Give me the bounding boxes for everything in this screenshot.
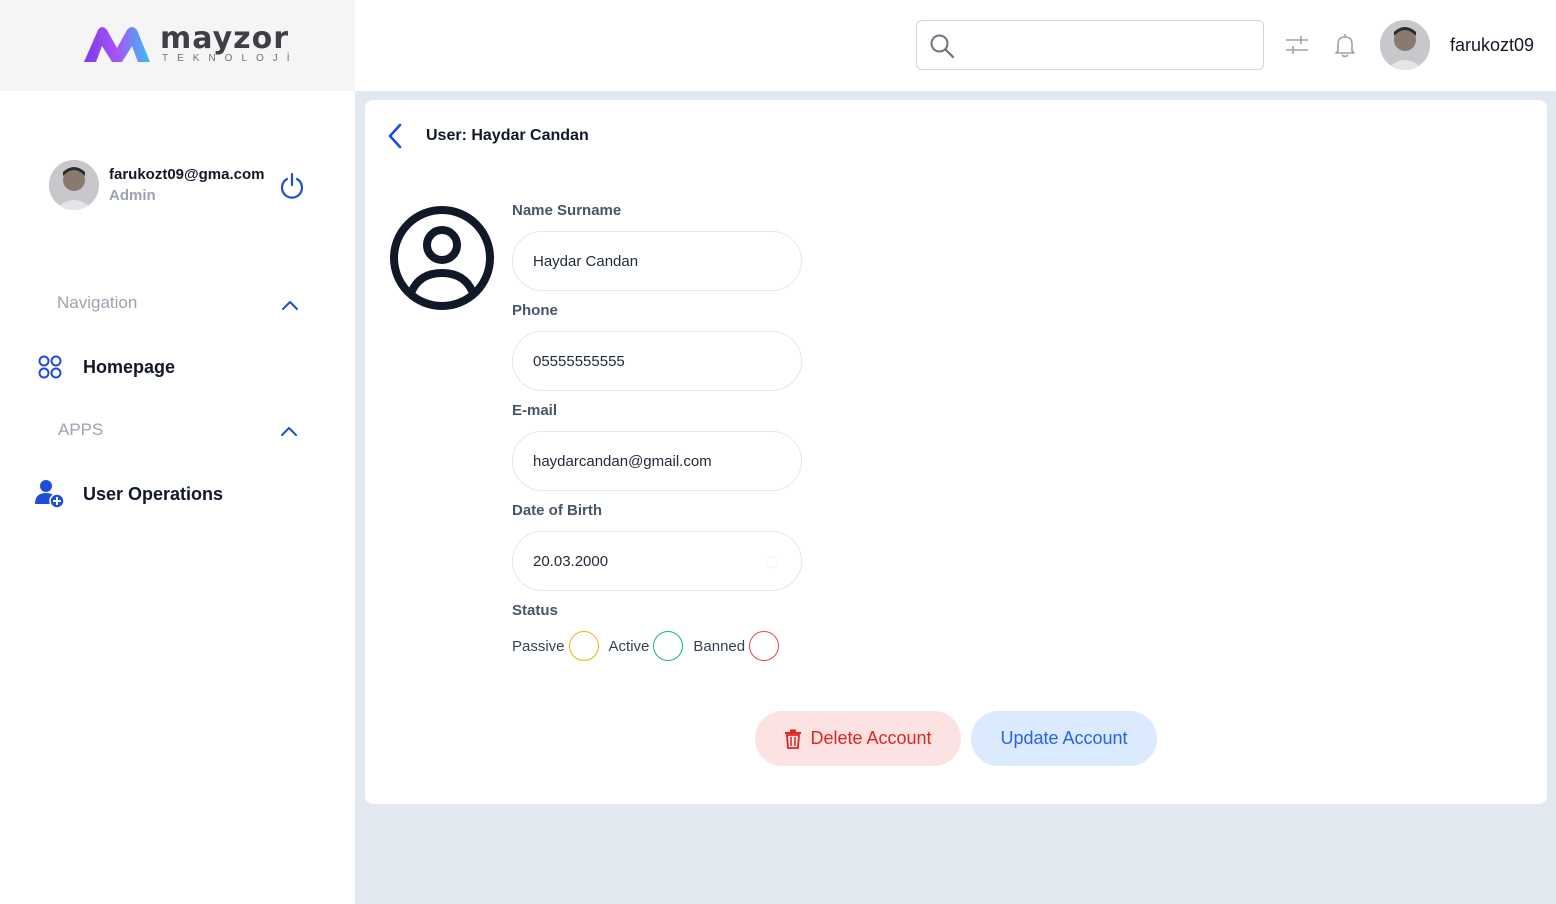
status-options: Passive Active Banned bbox=[512, 630, 789, 662]
profile-email: farukozt09@gma.com bbox=[109, 166, 265, 183]
status-passive[interactable]: Passive bbox=[512, 631, 599, 661]
delete-account-button[interactable]: Delete Account bbox=[755, 711, 961, 766]
user-circle-icon bbox=[390, 206, 494, 310]
topbar: farukozt09 bbox=[355, 0, 1556, 91]
status-option-label: Banned bbox=[693, 637, 746, 655]
email-label: E-mail bbox=[512, 402, 558, 419]
user-add-icon bbox=[34, 478, 66, 510]
user-detail-card: User: Haydar Candan Name Surname Phone E… bbox=[365, 100, 1547, 804]
sidebar-item-label: Homepage bbox=[83, 356, 176, 377]
page-title: User: Haydar Candan bbox=[426, 127, 589, 144]
logo-area: mayzor TEKNOLOJİ bbox=[0, 0, 355, 91]
dob-field[interactable] bbox=[512, 531, 802, 591]
brand-subtitle: TEKNOLOJİ bbox=[162, 53, 299, 64]
name-field[interactable] bbox=[512, 231, 802, 291]
status-active[interactable]: Active bbox=[609, 631, 684, 661]
sidebar-item-label: User Operations bbox=[83, 483, 224, 504]
update-account-label: Update Account bbox=[1000, 728, 1128, 748]
status-radio[interactable] bbox=[653, 631, 684, 661]
sidebar-item-user-operations[interactable]: User Operations bbox=[34, 478, 223, 510]
status-label: Status bbox=[512, 602, 558, 619]
dob-label: Date of Birth bbox=[512, 502, 602, 519]
avatar bbox=[49, 160, 99, 210]
phone-field[interactable] bbox=[512, 331, 802, 391]
chevron-up-icon[interactable] bbox=[279, 424, 299, 438]
profile-role: Admin bbox=[109, 187, 156, 204]
section-navigation: Navigation bbox=[57, 293, 138, 312]
chevron-up-icon[interactable] bbox=[280, 298, 300, 312]
status-option-label: Active bbox=[608, 637, 650, 655]
back-arrow-icon[interactable] bbox=[383, 122, 407, 150]
phone-label: Phone bbox=[512, 302, 558, 319]
calendar-icon[interactable] bbox=[765, 555, 779, 569]
name-label: Name Surname bbox=[512, 202, 622, 219]
bell-icon[interactable] bbox=[1331, 31, 1359, 59]
logo-icon bbox=[84, 27, 150, 62]
brand-name: mayzor bbox=[160, 21, 290, 56]
email-field[interactable] bbox=[512, 431, 802, 491]
search-box[interactable] bbox=[916, 20, 1264, 70]
username[interactable]: farukozt09 bbox=[1450, 35, 1534, 56]
power-icon[interactable] bbox=[277, 171, 307, 201]
status-radio[interactable] bbox=[568, 631, 599, 661]
avatar-image bbox=[1380, 20, 1430, 70]
sidebar-item-homepage[interactable]: Homepage bbox=[34, 351, 175, 383]
delete-account-label: Delete Account bbox=[810, 728, 932, 748]
trash-icon bbox=[785, 729, 802, 749]
search-icon bbox=[930, 34, 955, 59]
avatar[interactable] bbox=[1380, 20, 1430, 70]
search-input[interactable] bbox=[965, 29, 1255, 61]
grid-icon bbox=[34, 351, 66, 383]
avatar-image bbox=[49, 160, 99, 210]
sidebar: mayzor TEKNOLOJİ farukozt09@gma.com Admi… bbox=[0, 0, 355, 904]
section-apps: APPS bbox=[58, 420, 104, 439]
status-option-label: Passive bbox=[512, 637, 565, 655]
status-banned[interactable]: Banned bbox=[693, 631, 780, 661]
update-account-button[interactable]: Update Account bbox=[971, 711, 1157, 766]
filter-sliders-icon[interactable] bbox=[1283, 31, 1311, 59]
status-radio[interactable] bbox=[749, 631, 780, 661]
